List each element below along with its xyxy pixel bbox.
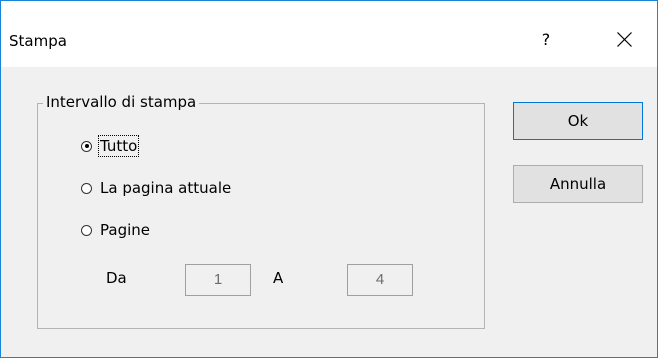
from-page-field[interactable]: 1	[185, 264, 251, 296]
radio-pages-indicator[interactable]	[81, 224, 92, 236]
radio-all-indicator[interactable]	[81, 140, 92, 152]
radio-current-page[interactable]: La pagina attuale	[81, 177, 232, 199]
close-button[interactable]	[599, 19, 649, 61]
radio-all[interactable]: Tutto	[81, 135, 140, 157]
close-icon	[617, 32, 632, 47]
from-label: Da	[106, 269, 127, 287]
radio-current-page-indicator[interactable]	[81, 182, 92, 194]
radio-pages[interactable]: Pagine	[81, 219, 151, 241]
print-range-legend: Intervallo di stampa	[43, 92, 200, 112]
radio-current-page-label: La pagina attuale	[100, 179, 232, 197]
to-page-field[interactable]: 4	[347, 264, 413, 296]
dialog-title: Stampa	[9, 32, 67, 50]
print-dialog: Stampa ? Intervallo di stampa Tutto La p…	[0, 0, 658, 358]
title-bar: Stampa ?	[1, 1, 657, 67]
ok-button[interactable]: Ok	[513, 102, 643, 140]
radio-pages-label: Pagine	[100, 221, 150, 239]
radio-all-label: Tutto	[97, 135, 140, 157]
help-button[interactable]: ?	[523, 19, 569, 61]
to-label: A	[273, 269, 284, 287]
cancel-button[interactable]: Annulla	[513, 165, 643, 203]
